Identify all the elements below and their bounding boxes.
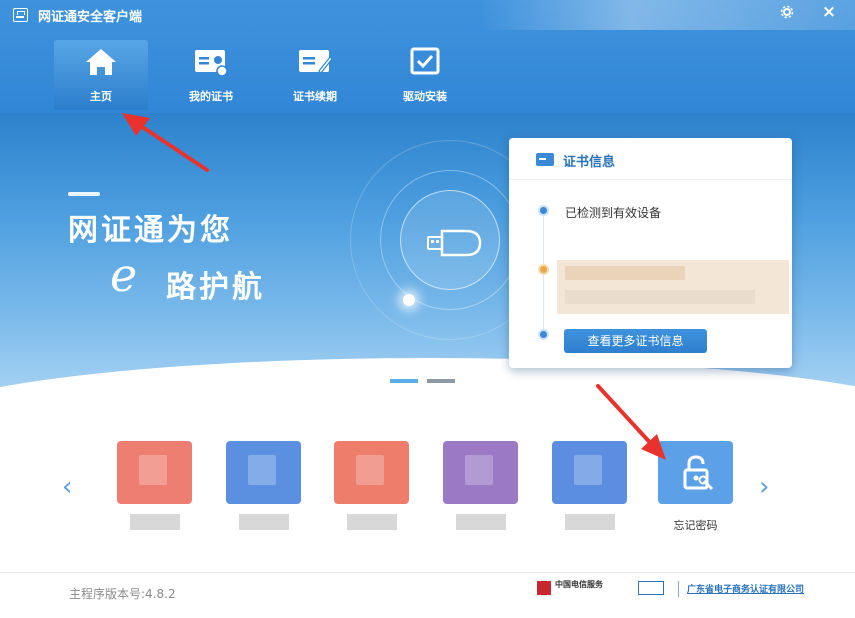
settings-button[interactable]	[772, 0, 802, 24]
view-more-cert-info-button[interactable]: 查看更多证书信息	[564, 329, 707, 353]
version-text: 主程序版本号:4.8.2	[69, 587, 176, 601]
footer: 主程序版本号:4.8.2 中国电信服务 广东省电子商务认证有限公司	[0, 572, 855, 618]
cert-renew-icon	[299, 50, 333, 74]
tab-label: 我的证书	[189, 90, 233, 103]
function-tile[interactable]	[117, 441, 192, 541]
checkbox-icon	[410, 47, 440, 75]
timeline-dot	[538, 205, 549, 216]
function-label-redacted	[130, 514, 180, 530]
telecom-logo-icon	[537, 581, 551, 595]
close-button[interactable]: ×	[814, 0, 844, 24]
slogan-line-2: 路护航	[166, 270, 265, 305]
function-icon-redacted	[334, 441, 409, 504]
function-tile[interactable]	[226, 441, 301, 541]
function-label-redacted	[565, 514, 615, 530]
slogan-accent-bar	[68, 192, 100, 196]
tab-driver-install[interactable]: 驱动安装	[378, 40, 472, 110]
function-icon-redacted	[443, 441, 518, 504]
timeline-dot	[538, 329, 549, 340]
tab-home[interactable]: 主页	[54, 40, 148, 110]
unlock-wrench-icon	[683, 455, 714, 491]
client-window: 网证通安全客户端 × 主页 我的证书 证书续期 驱动安装 网证通为您 e 路护航…	[0, 0, 855, 618]
banner-carousel-indicator	[390, 379, 460, 385]
card-icon	[536, 153, 554, 166]
carousel-prev-button[interactable]: ‹	[62, 472, 82, 502]
glow-dot	[403, 294, 415, 306]
function-label-redacted	[456, 514, 506, 530]
forgot-password-tile[interactable]: 忘记密码	[658, 441, 733, 541]
function-tile[interactable]	[443, 441, 518, 541]
carousel-dot-active[interactable]	[390, 379, 418, 383]
gear-icon	[780, 5, 794, 19]
netcert-logo-icon	[638, 581, 664, 595]
title-bar: 网证通安全客户端 ×	[0, 0, 855, 30]
slogan-line-1: 网证通为您	[68, 213, 233, 248]
forgot-password-label: 忘记密码	[673, 519, 718, 532]
tab-cert-renewal[interactable]: 证书续期	[268, 40, 362, 110]
telecom-text: 中国电信服务	[555, 580, 603, 589]
function-label-redacted	[239, 514, 289, 530]
slogan-e-letter: e	[110, 248, 138, 302]
function-tile[interactable]	[552, 441, 627, 541]
timeline-dot	[538, 264, 549, 275]
function-label-redacted	[347, 514, 397, 530]
cert-panel-header: 证书信息	[509, 138, 792, 180]
home-icon	[86, 49, 116, 75]
usb-key-icon	[427, 229, 482, 257]
app-logo-icon	[13, 8, 28, 22]
device-detected-status: 已检测到有效设备	[565, 206, 662, 220]
function-icon-redacted	[117, 441, 192, 504]
function-icon-redacted	[226, 441, 301, 504]
cert-info-panel: 证书信息 已检测到有效设备 查看更多证书信息	[509, 138, 792, 368]
forgot-password-icon-box	[658, 441, 733, 504]
tab-label: 驱动安装	[403, 90, 447, 103]
carousel-dot[interactable]	[427, 379, 455, 383]
tab-label: 主页	[90, 90, 112, 103]
footer-divider	[678, 581, 679, 597]
app-title: 网证通安全客户端	[38, 10, 143, 25]
header: 网证通安全客户端 × 主页 我的证书 证书续期 驱动安装	[0, 0, 855, 113]
cert-panel-title: 证书信息	[563, 155, 616, 170]
function-icon-redacted	[552, 441, 627, 504]
redacted-cert-details	[557, 260, 789, 314]
carousel-next-button[interactable]: ›	[759, 472, 779, 502]
function-tile[interactable]	[334, 441, 409, 541]
tab-my-certificates[interactable]: 我的证书	[164, 40, 258, 110]
id-card-icon	[195, 50, 228, 77]
tab-label: 证书续期	[293, 90, 337, 103]
company-link[interactable]: 广东省电子商务认证有限公司	[687, 582, 804, 595]
